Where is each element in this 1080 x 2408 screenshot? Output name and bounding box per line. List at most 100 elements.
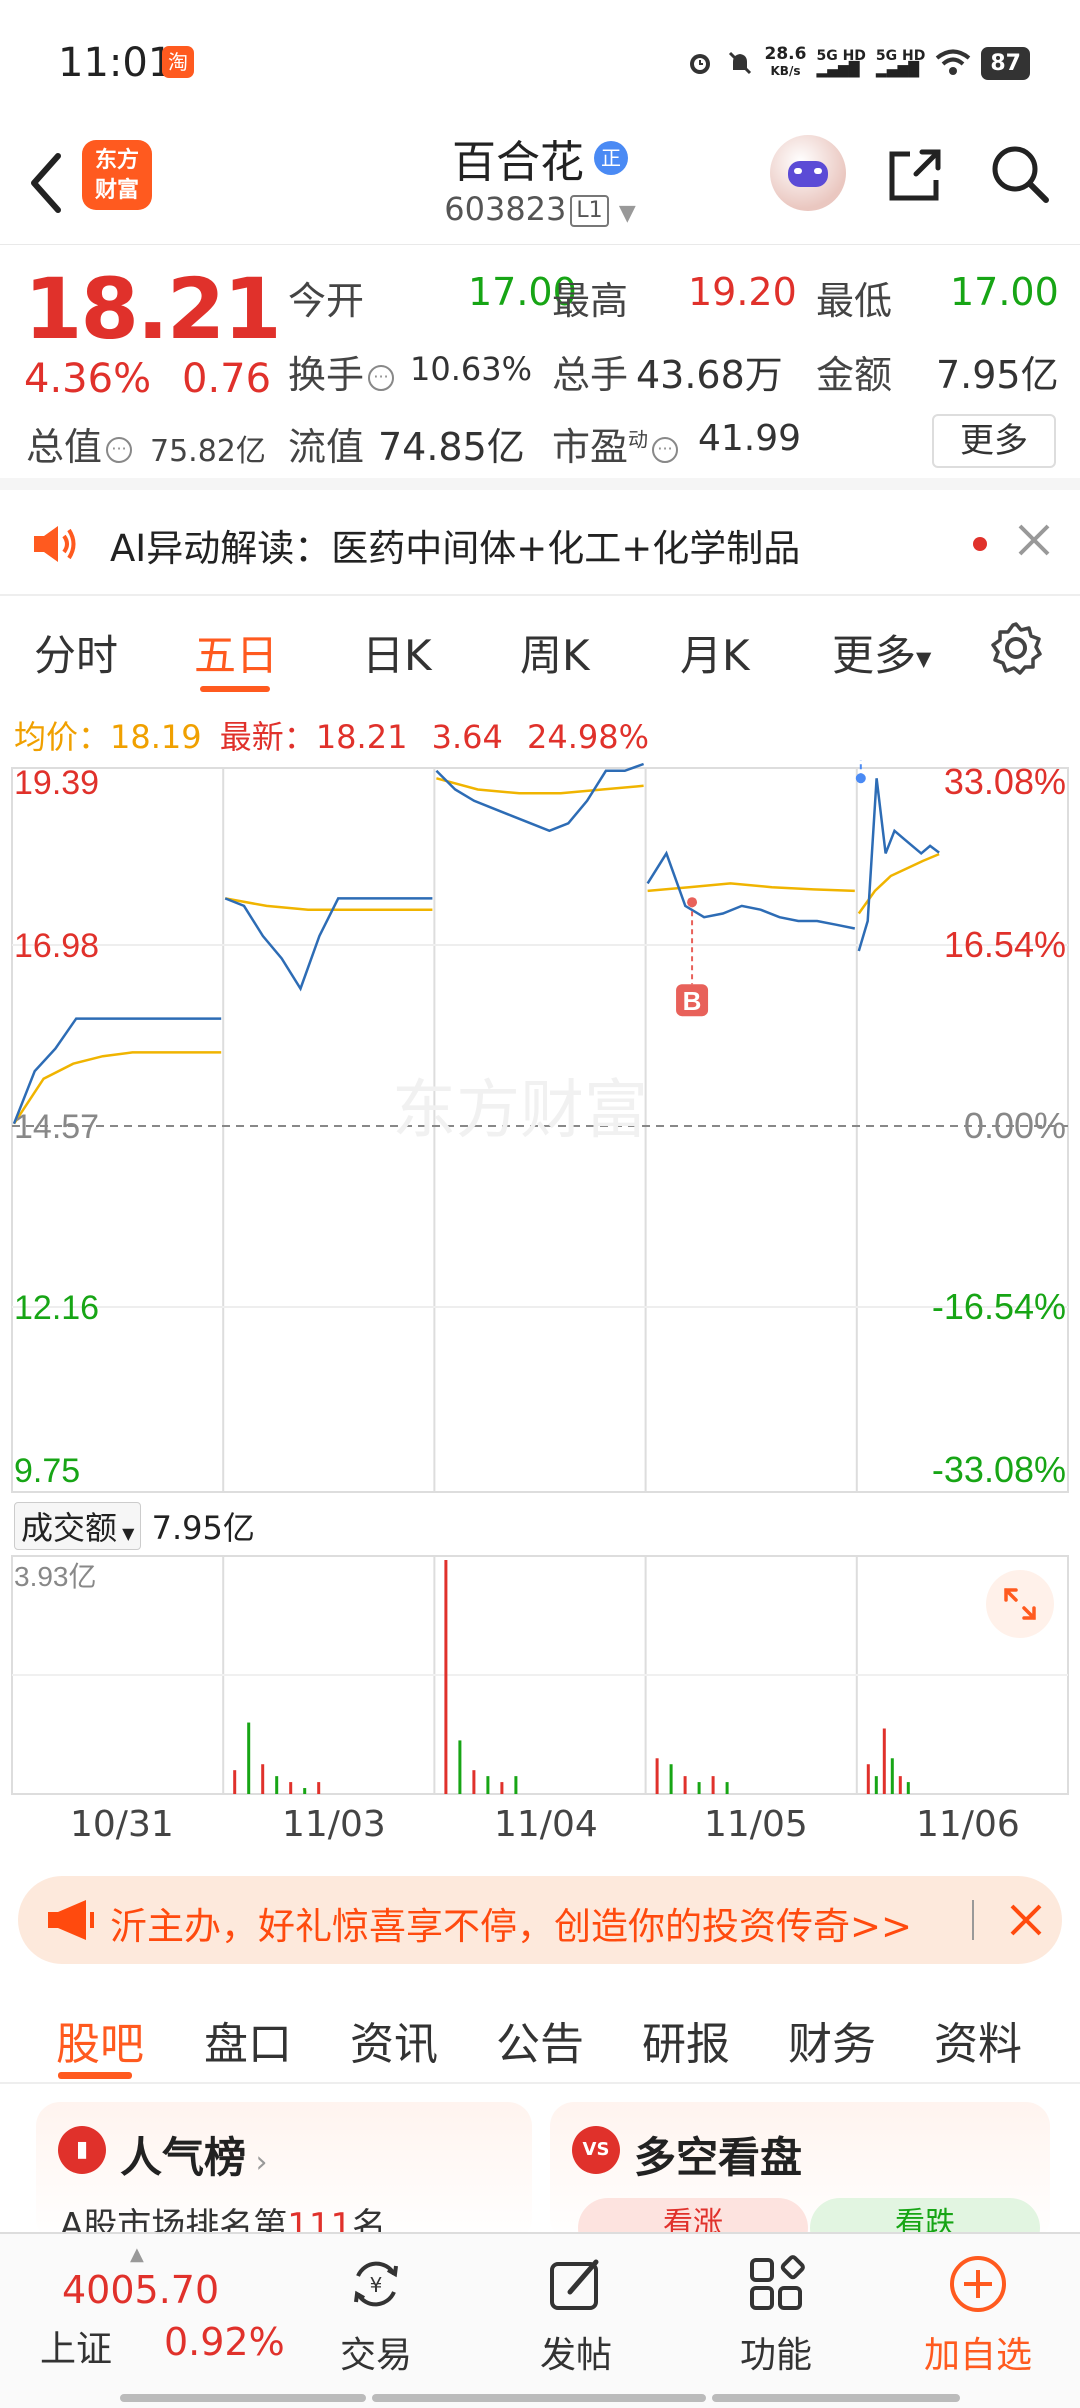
volume-bar xyxy=(514,1776,518,1794)
taobao-app-icon: 淘 xyxy=(162,46,194,78)
nav-add-watchlist[interactable]: 加自选 xyxy=(908,2252,1048,2378)
price-line xyxy=(857,778,940,952)
tab-profile[interactable]: 资料 xyxy=(934,2008,1022,2072)
volume-chart[interactable]: 3.93亿 xyxy=(0,1550,1080,1800)
divider xyxy=(972,1900,974,1940)
amount-value: 7.95亿 xyxy=(936,353,1059,397)
tab-finance[interactable]: 财务 xyxy=(788,2008,876,2072)
volume-bar xyxy=(247,1722,251,1794)
more-button[interactable]: 更多 xyxy=(932,414,1056,468)
tab-news[interactable]: 资讯 xyxy=(350,2008,438,2072)
index-name[interactable]: 上证 xyxy=(40,2320,112,2372)
total-cap-label: 总值 ··· xyxy=(26,416,136,471)
nav-post[interactable]: 发帖 xyxy=(506,2252,646,2378)
nav-function[interactable]: 功能 xyxy=(706,2252,846,2378)
volume-bar xyxy=(669,1764,673,1794)
net-speed: 28.6 KB/s xyxy=(764,44,807,79)
tab-daily-k[interactable]: 日K xyxy=(362,622,432,683)
total-cap-value: 75.82亿 xyxy=(150,434,266,469)
date-label: 11/04 xyxy=(494,1804,598,1845)
latest-label: 最新： xyxy=(219,718,316,756)
stock-name: 百合花 xyxy=(452,137,584,188)
nav-trade[interactable]: ¥ 交易 xyxy=(306,2252,446,2378)
svg-text:¥: ¥ xyxy=(370,2273,383,2297)
info-icon[interactable]: ··· xyxy=(652,436,679,463)
tab-monthly-k[interactable]: 月K xyxy=(680,622,750,683)
amount-label: 金额 xyxy=(816,353,893,397)
caret-down-icon: ▼ xyxy=(117,1524,135,1543)
close-icon[interactable] xyxy=(1006,1900,1046,1940)
open-label: 今开 xyxy=(288,279,365,323)
stock-header: 东方 财富 百合花 正 603823 L1 ▼ xyxy=(0,120,1080,245)
volume-bar xyxy=(233,1770,237,1794)
promo-banner[interactable]: 沂主办，好礼惊喜享不停，创造你的投资传奇>> xyxy=(18,1876,1062,1964)
chevron-down-icon: ▼ xyxy=(618,201,636,226)
tab-five-day[interactable]: 五日 xyxy=(194,622,278,683)
float-cap-label: 流值 xyxy=(288,425,365,469)
tab-announcements[interactable]: 公告 xyxy=(496,2008,584,2072)
y-right-tick: 33.08% xyxy=(944,761,1066,802)
avg-price-line xyxy=(224,897,433,911)
bull-bear-card[interactable]: VS 多空看盘 看涨 看跌 xyxy=(550,2102,1050,2242)
index-percent[interactable]: 0.92% xyxy=(164,2320,285,2364)
pe-value: 41.99 xyxy=(698,418,802,459)
volume-bar xyxy=(725,1782,729,1794)
avg-value: 18.19 xyxy=(110,718,202,756)
popularity-card[interactable]: ▮ 人气榜 › A股市场排名第111名 xyxy=(36,2102,532,2242)
volume-bar xyxy=(444,1560,448,1794)
y-right-tick: 16.54% xyxy=(944,924,1066,965)
marker-dot xyxy=(687,897,698,908)
tab-intraday[interactable]: 分时 xyxy=(34,622,118,683)
tab-more[interactable]: 更多▼ xyxy=(832,622,931,683)
volume-bar xyxy=(458,1740,462,1794)
volume-total: 7.95亿 xyxy=(151,1509,255,1547)
avg-latest-row: 均价：18.19 最新：18.21 3.64 24.98% xyxy=(14,712,649,758)
volume-bar xyxy=(275,1776,279,1794)
close-icon[interactable] xyxy=(1016,522,1052,558)
expand-chart-button[interactable] xyxy=(986,1570,1054,1638)
volume-bar xyxy=(472,1770,476,1794)
price-line xyxy=(435,762,645,833)
volume-bar xyxy=(655,1758,659,1794)
bottom-nav: ▲ 4005.70 上证 0.92% ¥ 交易 发帖 功能 加自选 xyxy=(0,2232,1080,2408)
info-icon[interactable]: ··· xyxy=(106,436,133,463)
volume-bar xyxy=(711,1776,715,1794)
latest-change: 3.64 xyxy=(431,718,503,756)
high-value: 19.20 xyxy=(688,270,797,314)
ai-insight-text: AI异动解读：医药中间体+化工+化学制品 xyxy=(110,527,801,570)
tab-order-book[interactable]: 盘口 xyxy=(204,2008,292,2072)
tab-research[interactable]: 研报 xyxy=(642,2008,730,2072)
status-time: 11:01 xyxy=(58,40,174,86)
promo-text: 沂主办，好礼惊喜享不停，创造你的投资传奇>> xyxy=(110,1905,913,1948)
turnover-value: 10.63% xyxy=(410,350,533,388)
wifi-icon xyxy=(936,49,971,75)
volume-bar xyxy=(683,1776,687,1794)
trade-icon: ¥ xyxy=(354,2261,398,2307)
five-day-price-chart[interactable]: 东方财富 19.39 33.08% 16.98 16.54% 14.57 0.00% 12.… xyxy=(0,760,1080,1500)
share-icon[interactable] xyxy=(882,142,948,208)
ai-robot-icon[interactable] xyxy=(770,135,846,211)
section-tabs: 股吧 盘口 资讯 公告 研报 财务 资料 xyxy=(0,1984,1080,2084)
ai-insight-bar[interactable]: AI异动解读：医药中间体+化工+化学制品 xyxy=(0,490,1080,596)
volume-bar xyxy=(890,1758,894,1794)
volume-bar xyxy=(303,1788,307,1794)
y-left-tick: 16.98 xyxy=(14,927,99,965)
y-left-tick: 12.16 xyxy=(14,1289,99,1327)
bar-chart-icon: ▮ xyxy=(58,2126,106,2174)
level-badge: L1 xyxy=(570,195,609,227)
index-value[interactable]: 4005.70 xyxy=(62,2268,219,2312)
latest-value: 18.21 xyxy=(315,718,408,756)
normal-status-badge: 正 xyxy=(594,141,628,175)
tab-weekly-k[interactable]: 周K xyxy=(520,622,590,683)
search-icon[interactable] xyxy=(986,140,1052,206)
signal-2: 5G HD ▂▄▆█ xyxy=(875,48,926,78)
info-icon[interactable]: ··· xyxy=(368,364,395,391)
tab-forum[interactable]: 股吧 xyxy=(56,2008,144,2072)
stock-code: 603823 xyxy=(444,190,567,228)
volume-bar xyxy=(697,1782,701,1794)
gear-icon[interactable] xyxy=(988,620,1044,676)
home-indicator xyxy=(120,2394,366,2402)
latest-percent: 24.98% xyxy=(527,718,650,756)
vs-icon: VS xyxy=(572,2126,620,2174)
volume-type-select[interactable]: 成交额 ▼ xyxy=(14,1502,142,1550)
